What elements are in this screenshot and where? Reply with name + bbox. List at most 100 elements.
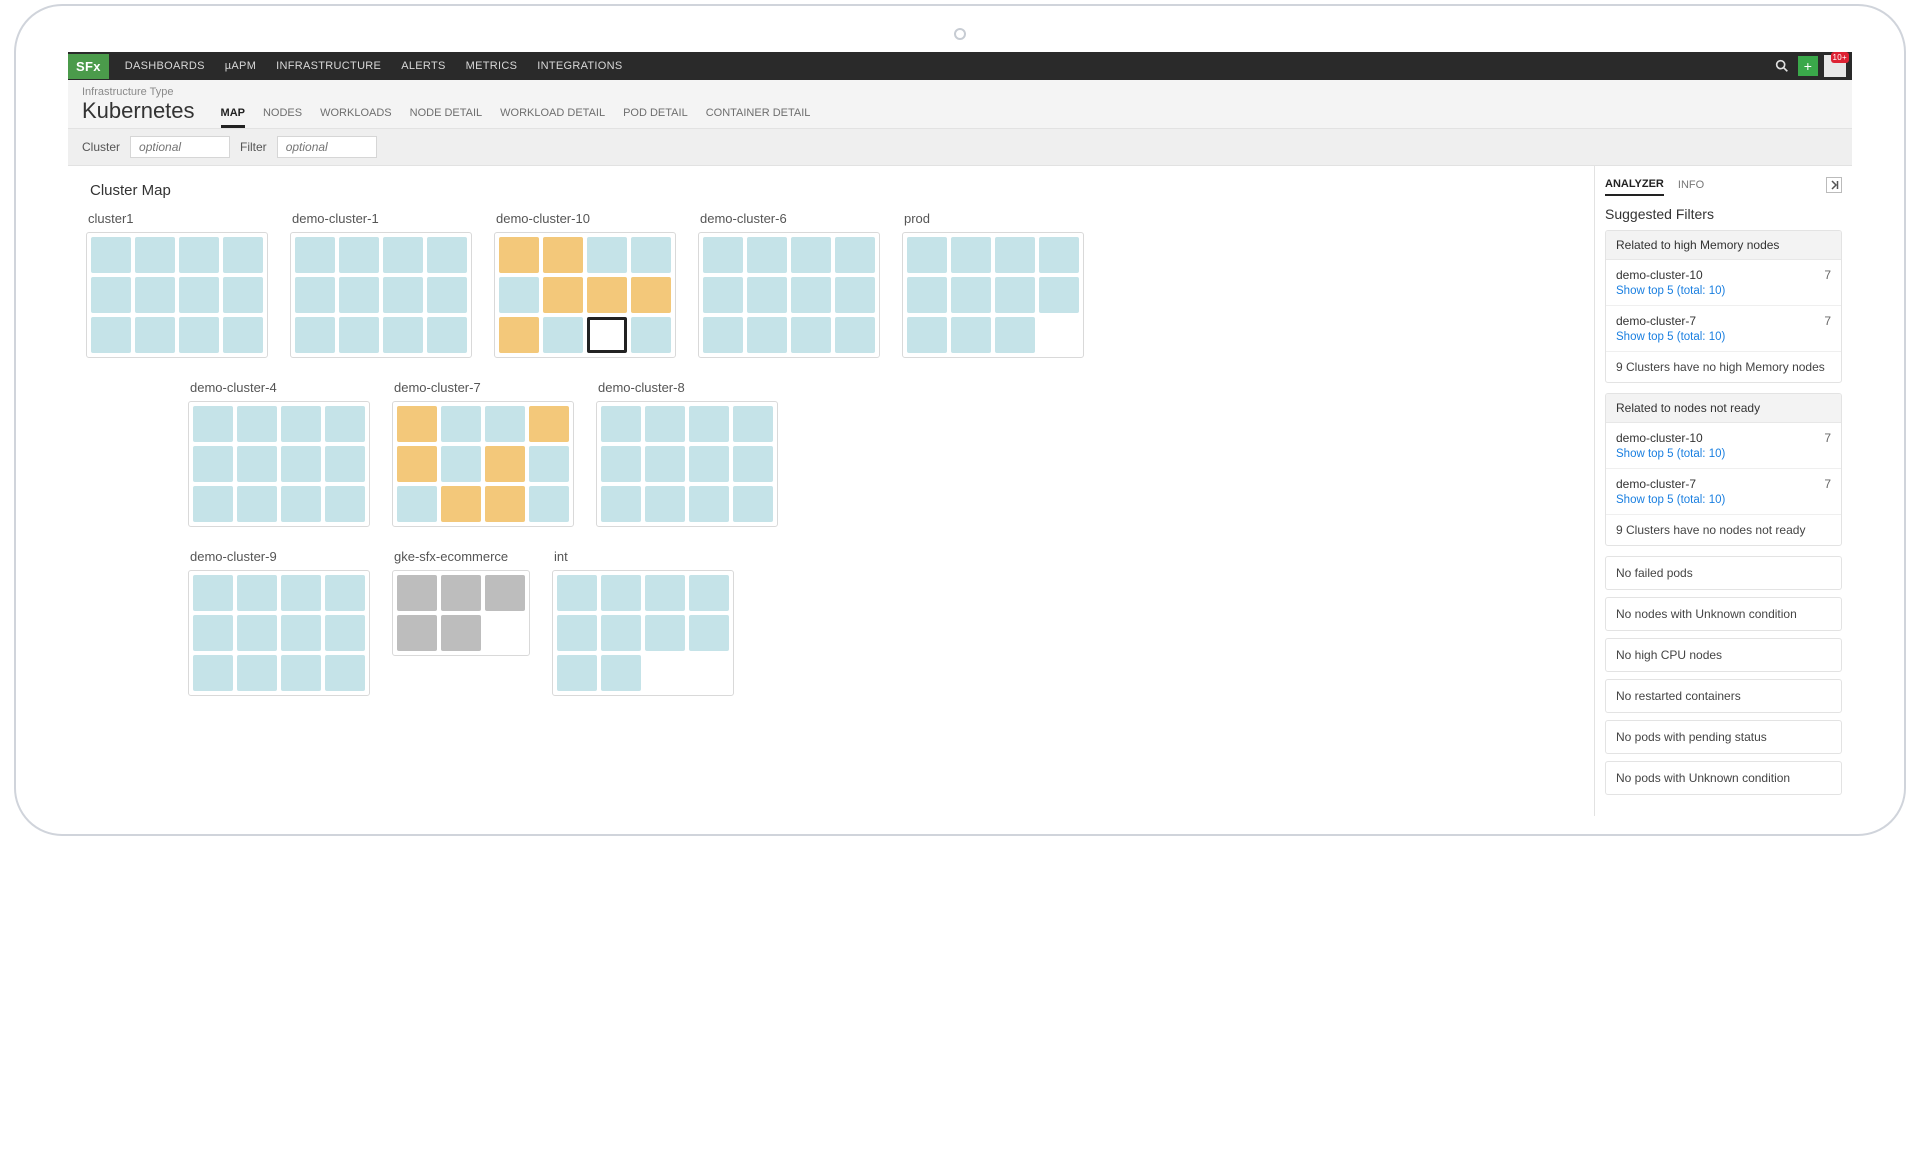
node[interactable] xyxy=(631,277,671,313)
filter-item[interactable]: demo-cluster-107Show top 5 (total: 10) xyxy=(1606,260,1841,306)
node[interactable] xyxy=(499,237,539,273)
node[interactable] xyxy=(951,237,991,273)
node[interactable] xyxy=(179,317,219,353)
node[interactable] xyxy=(427,317,467,353)
node[interactable] xyxy=(281,615,321,651)
node[interactable] xyxy=(791,277,831,313)
filter-simple[interactable]: No nodes with Unknown condition xyxy=(1605,597,1842,631)
node[interactable] xyxy=(485,575,525,611)
node[interactable] xyxy=(703,317,743,353)
nav-item-integrations[interactable]: INTEGRATIONS xyxy=(527,60,632,72)
node[interactable] xyxy=(543,317,583,353)
node[interactable] xyxy=(485,406,525,442)
node[interactable] xyxy=(193,575,233,611)
node[interactable] xyxy=(223,237,263,273)
node[interactable] xyxy=(237,486,277,522)
node[interactable] xyxy=(237,406,277,442)
filter-item-link[interactable]: Show top 5 (total: 10) xyxy=(1616,448,1831,460)
node[interactable] xyxy=(791,317,831,353)
node[interactable] xyxy=(543,277,583,313)
node[interactable] xyxy=(587,277,627,313)
node[interactable] xyxy=(179,237,219,273)
node[interactable] xyxy=(441,575,481,611)
node[interactable] xyxy=(995,277,1035,313)
node[interactable] xyxy=(835,237,875,273)
node[interactable] xyxy=(557,575,597,611)
node[interactable] xyxy=(441,486,481,522)
tab-workloads[interactable]: WORKLOADS xyxy=(320,101,392,128)
node[interactable] xyxy=(631,237,671,273)
node[interactable] xyxy=(325,655,365,691)
node[interactable] xyxy=(645,575,685,611)
node[interactable] xyxy=(791,237,831,273)
node[interactable] xyxy=(557,655,597,691)
node[interactable] xyxy=(325,486,365,522)
filter-simple[interactable]: No high CPU nodes xyxy=(1605,638,1842,672)
filter-input[interactable] xyxy=(277,136,377,158)
node[interactable] xyxy=(237,655,277,691)
node[interactable] xyxy=(193,615,233,651)
node[interactable] xyxy=(281,655,321,691)
node[interactable] xyxy=(689,486,729,522)
node[interactable] xyxy=(907,237,947,273)
filter-item[interactable]: demo-cluster-107Show top 5 (total: 10) xyxy=(1606,423,1841,469)
node[interactable] xyxy=(383,277,423,313)
filter-item-link[interactable]: Show top 5 (total: 10) xyxy=(1616,494,1831,506)
node[interactable] xyxy=(587,317,627,353)
node[interactable] xyxy=(747,317,787,353)
node[interactable] xyxy=(601,615,641,651)
node[interactable] xyxy=(135,237,175,273)
node[interactable] xyxy=(601,575,641,611)
search-icon[interactable] xyxy=(1772,56,1792,76)
node[interactable] xyxy=(397,486,437,522)
node[interactable] xyxy=(951,317,991,353)
node[interactable] xyxy=(91,277,131,313)
node[interactable] xyxy=(995,317,1035,353)
node[interactable] xyxy=(951,277,991,313)
node[interactable] xyxy=(645,615,685,651)
filter-simple[interactable]: No restarted containers xyxy=(1605,679,1842,713)
node[interactable] xyxy=(995,237,1035,273)
node[interactable] xyxy=(383,237,423,273)
node[interactable] xyxy=(601,446,641,482)
tab-node-detail[interactable]: NODE DETAIL xyxy=(410,101,483,128)
node[interactable] xyxy=(193,486,233,522)
node[interactable] xyxy=(1039,277,1079,313)
node[interactable] xyxy=(835,277,875,313)
node[interactable] xyxy=(281,486,321,522)
node[interactable] xyxy=(645,446,685,482)
nav-item-metrics[interactable]: METRICS xyxy=(456,60,528,72)
node[interactable] xyxy=(135,317,175,353)
node[interactable] xyxy=(325,406,365,442)
logo[interactable]: SFx xyxy=(68,54,109,79)
node[interactable] xyxy=(223,277,263,313)
node[interactable] xyxy=(557,615,597,651)
node[interactable] xyxy=(281,446,321,482)
node[interactable] xyxy=(281,406,321,442)
side-tab-analyzer[interactable]: ANALYZER xyxy=(1605,174,1664,196)
filter-item-link[interactable]: Show top 5 (total: 10) xyxy=(1616,331,1831,343)
tab-pod-detail[interactable]: POD DETAIL xyxy=(623,101,688,128)
node[interactable] xyxy=(631,317,671,353)
node[interactable] xyxy=(237,575,277,611)
node[interactable] xyxy=(427,237,467,273)
node[interactable] xyxy=(397,446,437,482)
expand-panel-icon[interactable] xyxy=(1826,177,1842,193)
tab-container-detail[interactable]: CONTAINER DETAIL xyxy=(706,101,811,128)
node[interactable] xyxy=(237,446,277,482)
node[interactable] xyxy=(281,575,321,611)
node[interactable] xyxy=(339,317,379,353)
node[interactable] xyxy=(223,317,263,353)
node[interactable] xyxy=(529,486,569,522)
node[interactable] xyxy=(645,406,685,442)
node[interactable] xyxy=(193,446,233,482)
filter-simple[interactable]: No pods with Unknown condition xyxy=(1605,761,1842,795)
node[interactable] xyxy=(325,446,365,482)
filter-item-link[interactable]: Show top 5 (total: 10) xyxy=(1616,285,1831,297)
node[interactable] xyxy=(193,655,233,691)
node[interactable] xyxy=(325,615,365,651)
side-tab-info[interactable]: INFO xyxy=(1678,175,1704,195)
node[interactable] xyxy=(703,277,743,313)
node[interactable] xyxy=(733,486,773,522)
filter-simple[interactable]: No failed pods xyxy=(1605,556,1842,590)
